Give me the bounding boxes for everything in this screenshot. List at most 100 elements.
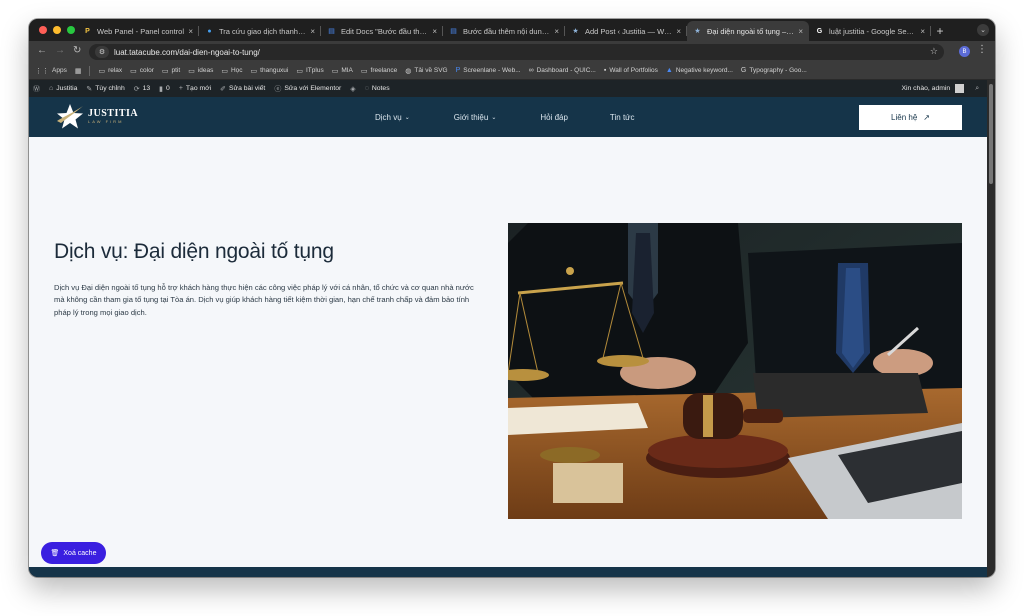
tab-5[interactable]: ★ Đại diện ngoài tố tụng – Justitia × (687, 21, 809, 41)
bookmark-label: Apps (52, 67, 67, 74)
menu-item-1[interactable]: Giới thiệu ⌄ (454, 113, 497, 122)
lawyers-photo (508, 223, 962, 519)
avatar[interactable] (955, 84, 965, 93)
menu-item-label: Hỏi đáp (540, 112, 568, 122)
bookmark-11[interactable]: ◍ Tải về SVG (405, 67, 447, 75)
admin-item-brush[interactable]: ✎ Tùy chỉnh (86, 85, 124, 93)
tab-title: Đại diện ngoài tố tụng – Justitia (707, 26, 794, 36)
close-tab-icon[interactable]: × (676, 27, 681, 36)
close-tab-icon[interactable]: × (310, 27, 315, 36)
elementor-icon: ⓔ (274, 85, 282, 93)
menu-item-0[interactable]: Dịch vụ ⌄ (375, 113, 410, 122)
tab-search-icon[interactable]: ⌄ (977, 24, 989, 36)
bookmark-0[interactable]: ⋮⋮ Apps (35, 67, 67, 75)
menu-item-3[interactable]: Tin tức (610, 113, 635, 122)
bookmark-separator (89, 65, 91, 76)
bookmark-3[interactable]: ▭ color (130, 67, 154, 75)
globe-icon: ◍ (405, 67, 412, 75)
bookmark-star-icon[interactable]: ☆ (930, 46, 938, 57)
admin-item-home[interactable]: ⌂ Justitia (49, 85, 77, 92)
admin-item-label: Sửa với Elementor (284, 85, 342, 92)
scrollbar-thumb[interactable] (989, 84, 993, 184)
forward-icon[interactable]: → (55, 45, 65, 56)
admin-item-label: Tùy chỉnh (95, 85, 125, 92)
back-icon[interactable]: ← (37, 45, 47, 56)
contact-button[interactable]: Liên hệ ↗ (859, 105, 962, 130)
site-logo[interactable]: JUSTITIA LAW FIRM (55, 103, 138, 129)
bookmark-label: color (139, 67, 154, 74)
tab-6[interactable]: Gluật justitia - Google Search × (809, 21, 931, 41)
docs-icon: ▤ (450, 28, 457, 35)
tab-3[interactable]: ▤ Bước đầu thêm nội dung – Ta × (443, 21, 565, 41)
bookmark-14[interactable]: ▪ Wall of Portfolios (604, 67, 658, 74)
close-tab-icon[interactable]: × (920, 27, 925, 36)
bookmark-8[interactable]: ▭ ITplus (296, 67, 323, 75)
tab-4[interactable]: ★ Add Post ‹ Justitia — WordPress × (565, 21, 687, 41)
bookmark-label: relax (108, 67, 123, 74)
admin-item-notes[interactable]: ◌ Notes (365, 85, 390, 92)
close-tab-icon[interactable]: × (188, 27, 193, 36)
bookmark-label: ptit (171, 67, 181, 74)
folder-icon: ▭ (221, 67, 228, 75)
tab-2[interactable]: ▤ Edit Docs "Bước đầu thêm nội dung"× (321, 21, 443, 41)
bookmark-9[interactable]: ▭ MIA (332, 67, 353, 75)
close-tab-icon[interactable]: × (798, 27, 803, 36)
browser-menu-icon[interactable]: ⋮ (977, 44, 987, 55)
clear-cache-button[interactable]: 🗑 Xoá cache (41, 542, 106, 564)
bookmark-16[interactable]: G Typography - Goo... (741, 67, 807, 74)
close-tab-icon[interactable]: × (554, 27, 559, 36)
close-window-button[interactable] (39, 26, 47, 34)
bookmark-4[interactable]: ▭ ptit (162, 67, 180, 75)
admin-item-wordpress[interactable]: Ⓦ (33, 84, 40, 94)
menu-item-label: Giới thiệu (453, 112, 489, 122)
bookmark-12[interactable]: P Screenlane - Web... (456, 67, 521, 74)
close-tab-icon[interactable]: × (432, 27, 437, 36)
bookmark-13[interactable]: ∞ Dashboard - QUIC... (529, 67, 596, 74)
site-info-icon[interactable]: ⚙ (95, 46, 109, 58)
admin-item-diamond[interactable]: ◈ (350, 85, 355, 93)
url-text[interactable]: luat.tatacube.com/dai-dien-ngoai-to-tung… (114, 48, 260, 57)
new-tab-icon[interactable]: + (931, 21, 949, 41)
maximize-window-button[interactable] (67, 26, 75, 34)
star-icon: ★ (572, 28, 579, 35)
minimize-window-button[interactable] (53, 26, 61, 34)
star-icon: ★ (694, 28, 701, 35)
extension-icon[interactable]: B (959, 46, 970, 57)
bookmark-6[interactable]: ▭ Học (221, 67, 242, 75)
admin-item-elementor[interactable]: ⓔ Sửa với Elementor (274, 84, 341, 94)
admin-item-refresh[interactable]: ⟳ 13 (134, 85, 150, 93)
ads-icon: ▲ (665, 67, 673, 74)
footer-strip (29, 567, 987, 577)
main-menu: Dịch vụ ⌄ Giới thiệu ⌄ Hỏi đáp Tin tức (375, 97, 635, 137)
bookmark-2[interactable]: ▭ relax (98, 67, 122, 75)
bookmark-5[interactable]: ▭ ideas (188, 67, 213, 75)
admin-greeting[interactable]: Xin chào, admin (901, 85, 950, 92)
admin-item-label: Tạo mới (185, 85, 212, 92)
page-description: Dịch vụ Đại diện ngoài tố tụng hỗ trợ kh… (54, 283, 474, 317)
admin-account[interactable]: Xin chào, admin ⌕ (901, 80, 979, 97)
admin-item-pencil[interactable]: ✐ Sửa bài viết (220, 85, 265, 93)
bookmark-1[interactable]: ▦ (75, 67, 82, 75)
reload-icon[interactable]: ↻ (73, 45, 81, 56)
link-icon: ∞ (528, 67, 534, 74)
search-icon[interactable]: ⌕ (975, 85, 979, 93)
home-icon: ⌂ (49, 85, 54, 92)
tab-title: Edit Docs "Bước đầu thêm nội dung" (341, 26, 429, 36)
bookmarks-bar: ⋮⋮ Apps ▦ ▭ relax ▭ color ▭ ptit ▭ ideas ▭ Học ▭ thang… (29, 62, 995, 80)
bookmark-10[interactable]: ▭ freelance (361, 67, 397, 75)
admin-item-comment[interactable]: ▮ 0 (159, 85, 170, 93)
bookmark-7[interactable]: ▭ thanguxui (251, 67, 289, 75)
admin-item-plus[interactable]: + Tạo mới (179, 85, 211, 92)
bookmark-label: Wall of Portfolios (609, 67, 658, 74)
tab-1[interactable]: ● Tra cứu giao dịch thanh toán × (199, 21, 321, 41)
bookmark-label: Screenlane - Web... (463, 67, 521, 74)
page-scrollbar[interactable] (987, 80, 995, 577)
tab-0[interactable]: P Web Panel - Panel control × (77, 21, 199, 41)
bookmark-label: ITplus (306, 67, 324, 74)
bookmark-15[interactable]: ▲ Negative keyword... (666, 67, 733, 74)
menu-item-2[interactable]: Hỏi đáp (540, 113, 568, 122)
address-bar[interactable]: ⚙ luat.tatacube.com/dai-dien-ngoai-to-tu… (89, 44, 944, 60)
contact-label: Liên hệ (891, 113, 918, 122)
tab-list: P Web Panel - Panel control × ● Tra cứu giao… (77, 21, 949, 41)
refresh-icon: ⟳ (133, 85, 140, 93)
